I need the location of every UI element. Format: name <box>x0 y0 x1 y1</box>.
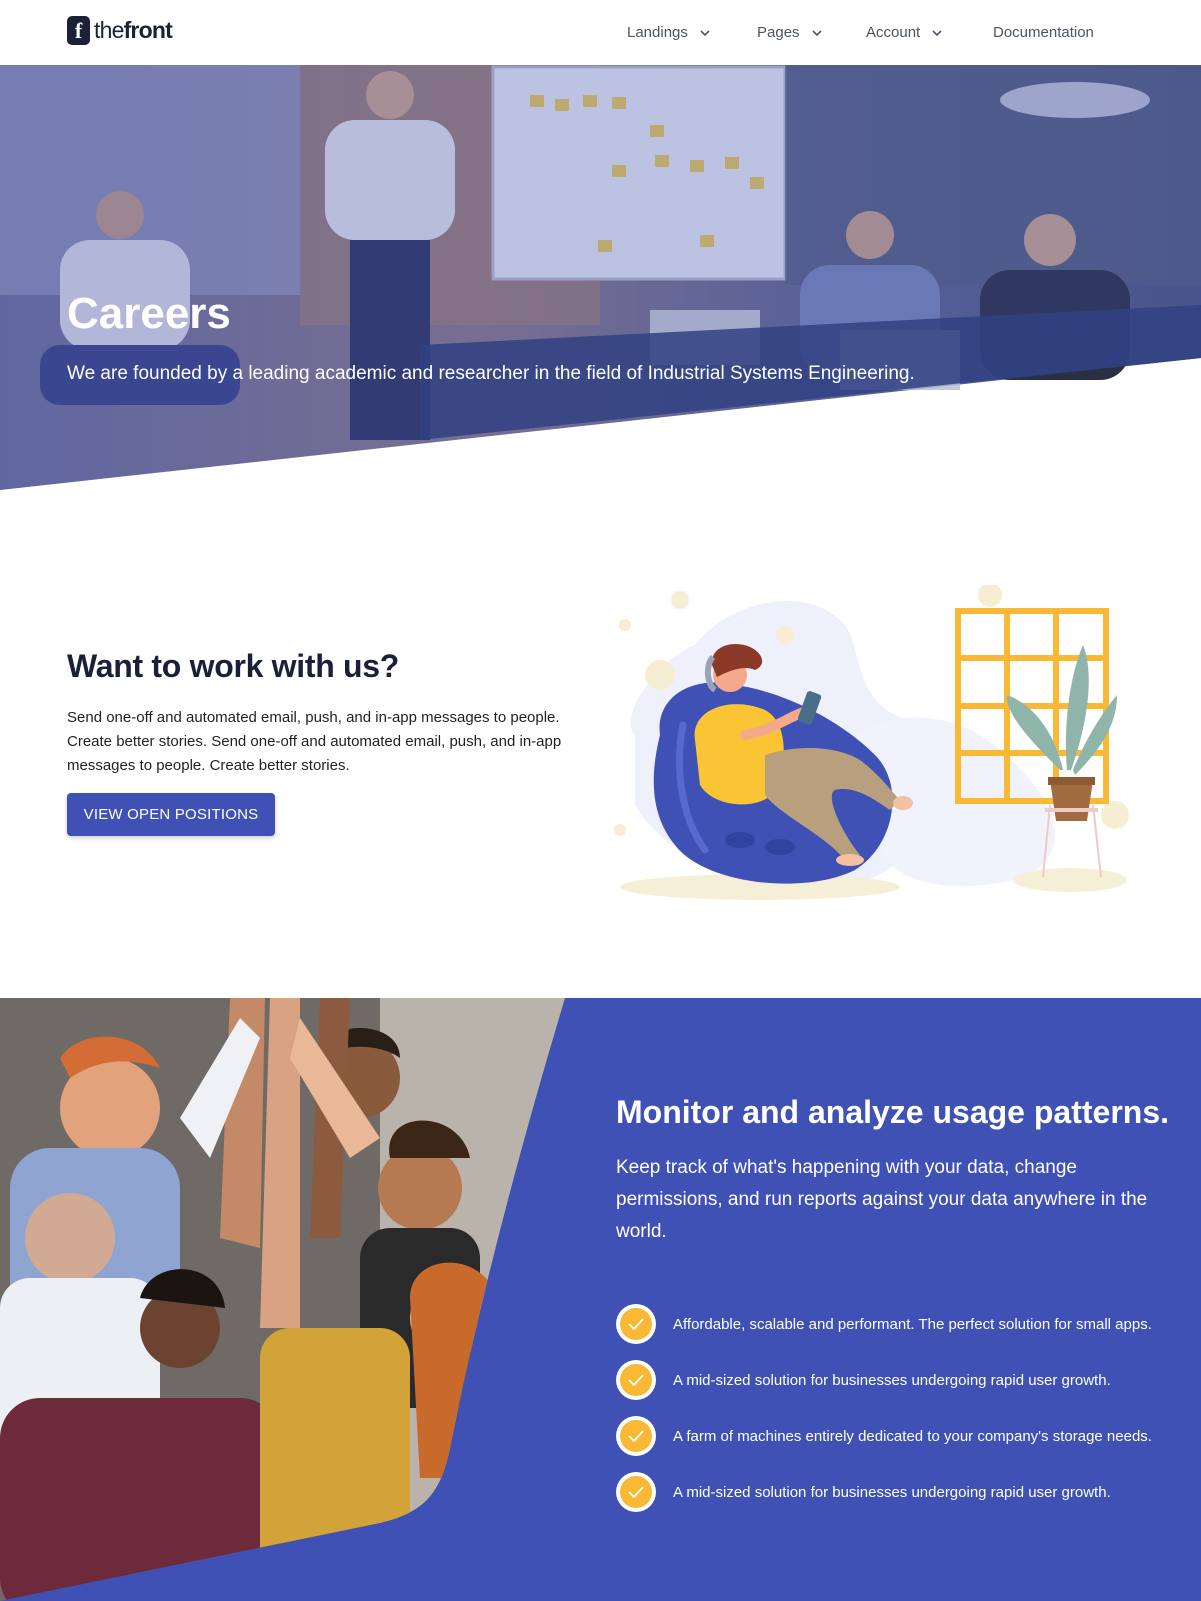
view-open-positions-button[interactable]: VIEW OPEN POSITIONS <box>67 793 275 836</box>
nav-landings-label: Landings <box>627 24 688 41</box>
work-title: Want to work with us? <box>67 648 400 684</box>
chevron-down-icon <box>811 29 822 36</box>
check-icon <box>616 1472 656 1512</box>
team-photo <box>0 998 565 1601</box>
feature-text: A mid-sized solution for businesses unde… <box>673 1483 1111 1501</box>
feature-text: Affordable, scalable and performant. The… <box>673 1315 1152 1333</box>
logo-icon: f <box>67 15 90 45</box>
check-icon <box>616 1360 656 1400</box>
feature-text: A mid-sized solution for businesses unde… <box>673 1371 1111 1389</box>
monitor-title: Monitor and analyze usage patterns. <box>616 1094 1169 1130</box>
chevron-down-icon <box>700 29 710 36</box>
nav-documentation-label: Documentation <box>993 24 1094 41</box>
feature-item: A mid-sized solution for businesses unde… <box>616 1360 1111 1400</box>
monitor-subtitle: Keep track of what's happening with your… <box>616 1157 1148 1242</box>
page-title: Careers <box>67 289 231 338</box>
nav-pages-label: Pages <box>757 24 800 41</box>
feature-item: A farm of machines entirely dedicated to… <box>616 1416 1152 1456</box>
beanbag-illustration <box>614 585 1129 900</box>
site-header: f thefront Landings Pages Account Docume… <box>0 0 1201 65</box>
logo-text: thefront <box>94 16 173 44</box>
check-icon <box>616 1304 656 1344</box>
nav-account[interactable]: Account <box>866 0 944 65</box>
nav-documentation[interactable]: Documentation <box>993 0 1094 65</box>
nav-landings[interactable]: Landings <box>627 0 712 65</box>
work-description: Send one-off and automated email, push, … <box>67 709 562 774</box>
feature-item: A mid-sized solution for businesses unde… <box>616 1472 1111 1512</box>
logo-text-light: the <box>94 16 124 43</box>
hero-subtitle: We are founded by a leading academic and… <box>67 363 915 384</box>
logo-text-bold: front <box>123 16 173 43</box>
check-icon <box>616 1416 656 1456</box>
monitor-section: Monitor and analyze usage patterns. Keep… <box>0 998 1201 1601</box>
feature-item: Affordable, scalable and performant. The… <box>616 1304 1152 1344</box>
chevron-down-icon <box>932 29 942 36</box>
feature-text: A farm of machines entirely dedicated to… <box>673 1427 1152 1445</box>
hero-background-photo <box>0 65 1201 490</box>
logo[interactable]: f thefront <box>67 15 173 45</box>
hero-section: Careers We are founded by a leading acad… <box>0 65 1201 490</box>
nav-pages[interactable]: Pages <box>757 0 824 65</box>
nav-account-label: Account <box>866 24 921 41</box>
